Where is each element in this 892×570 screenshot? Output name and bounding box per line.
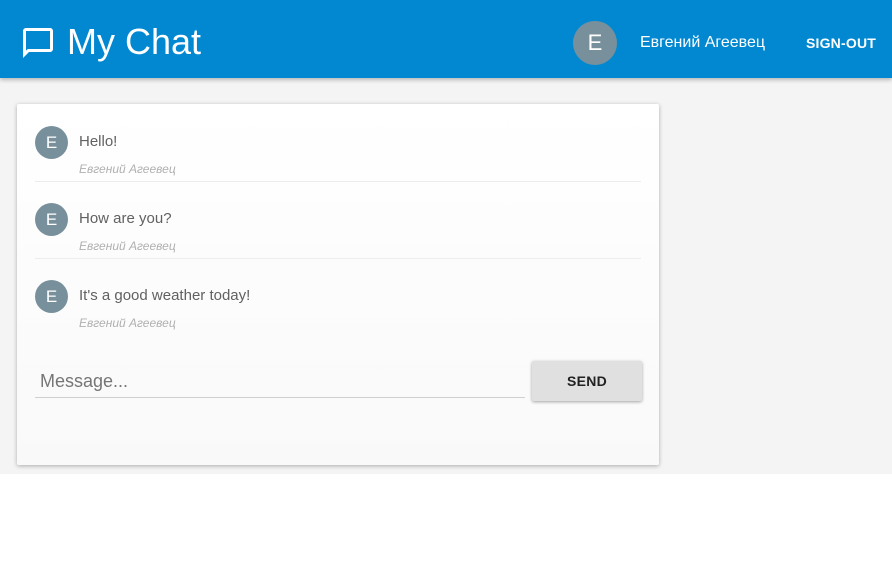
message-item: E Hello! Евгений Агеевец (35, 104, 641, 182)
message-text: It's a good weather today! (79, 287, 251, 304)
message-author: Евгений Агеевец (79, 239, 176, 253)
message-author: Евгений Агеевец (79, 162, 176, 176)
message-input[interactable] (35, 366, 525, 398)
message-text: How are you? (79, 210, 172, 227)
app-bar: My Chat E Евгений Агеевец SIGN-OUT (0, 0, 892, 78)
message-avatar: E (35, 126, 68, 159)
app-title: My Chat (67, 21, 202, 62)
message-text: Hello! (79, 133, 118, 150)
message-avatar: E (35, 203, 68, 236)
sign-out-button[interactable]: SIGN-OUT (800, 33, 882, 53)
message-avatar: E (35, 280, 68, 313)
message-author: Евгений Агеевец (79, 316, 176, 330)
user-avatar: E (573, 21, 617, 65)
message-item: E It's a good weather today! Евгений Аге… (35, 258, 641, 335)
chat-bubble-icon (23, 28, 53, 58)
chat-card: E Hello! Евгений Агеевец E How are you? … (17, 104, 659, 465)
send-button[interactable]: SEND (532, 361, 642, 401)
user-name: Евгений Агеевец (640, 34, 766, 51)
message-item: E How are you? Евгений Агеевец (35, 181, 641, 259)
